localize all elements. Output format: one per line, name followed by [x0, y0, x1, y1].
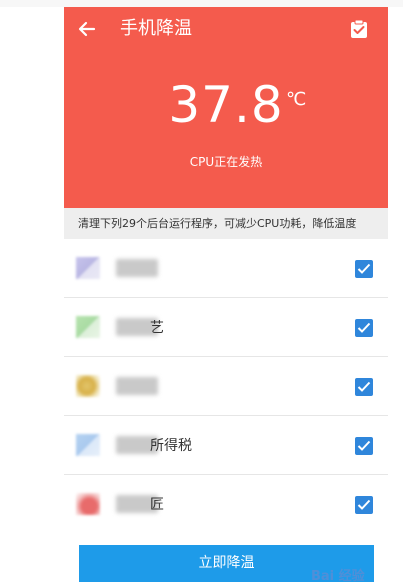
app-icon — [76, 434, 100, 456]
checkbox-checked-icon[interactable] — [355, 496, 373, 514]
temperature-unit: ℃ — [286, 89, 307, 110]
app-name: 艺 — [150, 320, 164, 336]
checkbox-checked-icon[interactable] — [355, 437, 373, 455]
top-strip — [0, 0, 403, 7]
app-name-blurred — [116, 259, 158, 277]
app-icon — [76, 375, 100, 397]
app-name: 所得税 — [150, 438, 192, 454]
checkbox-checked-icon[interactable] — [355, 378, 373, 396]
app-row[interactable]: 艺 — [64, 298, 388, 357]
app-icon — [76, 493, 100, 515]
back-arrow-icon[interactable] — [76, 18, 98, 40]
app-row[interactable] — [64, 357, 388, 416]
phone-screen: 手机降温 37.8 ℃ CPU正在发热 清理下列29个后台运行程序，可减少CPU… — [64, 7, 388, 529]
app-row[interactable]: 匠 — [64, 475, 388, 529]
header: 手机降温 37.8 ℃ CPU正在发热 — [64, 7, 388, 208]
app-list: 艺 所得税 匠 — [64, 239, 388, 529]
checkbox-checked-icon[interactable] — [355, 260, 373, 278]
checkbox-checked-icon[interactable] — [355, 319, 373, 337]
app-icon — [76, 257, 100, 279]
app-icon — [76, 316, 100, 338]
app-name: 匠 — [150, 497, 164, 513]
app-name-blurred — [116, 377, 158, 395]
app-row[interactable] — [64, 239, 388, 298]
baidu-watermark: Bai 经验 — [311, 569, 365, 582]
cpu-status: CPU正在发热 — [189, 155, 263, 169]
page-title: 手机降温 — [120, 18, 192, 39]
cleanup-hint: 清理下列29个后台运行程序，可减少CPU功耗，降低温度 — [64, 208, 388, 239]
app-row[interactable]: 所得税 — [64, 416, 388, 475]
clipboard-check-icon[interactable] — [349, 19, 369, 39]
temperature-display: 37.8 ℃ — [64, 75, 388, 135]
temperature-value: 37.8 — [168, 76, 284, 134]
